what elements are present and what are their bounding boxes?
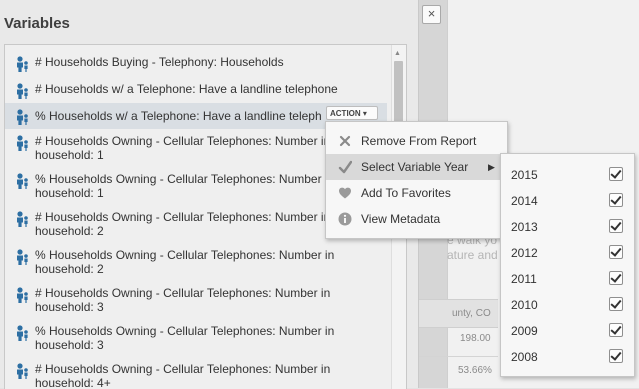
year-checkbox[interactable] xyxy=(609,167,623,181)
year-option[interactable]: 2008 xyxy=(501,343,634,369)
year-checkbox[interactable] xyxy=(609,323,623,337)
person-icon xyxy=(17,83,28,99)
action-menu: Remove From Report Select Variable Year … xyxy=(325,121,508,239)
person-icon xyxy=(17,211,28,227)
variable-year-submenu: 2015 2014 2013 2012 2011 2010 2009 2008 xyxy=(500,153,635,377)
year-option[interactable]: 2014 xyxy=(501,187,634,213)
person-icon xyxy=(17,135,28,151)
menu-item-label: Add To Favorites xyxy=(361,186,451,200)
variable-item[interactable]: % Households Owning - Cellular Telephone… xyxy=(5,324,387,352)
year-checkbox[interactable] xyxy=(609,219,623,233)
year-option[interactable]: 2009 xyxy=(501,317,634,343)
menu-item-label: Select Variable Year xyxy=(361,160,469,174)
year-checkbox[interactable] xyxy=(609,271,623,285)
year-checkbox[interactable] xyxy=(609,297,623,311)
year-option[interactable]: 2013 xyxy=(501,213,634,239)
variable-label: # Households Owning - Cellular Telephone… xyxy=(35,362,331,376)
x-icon xyxy=(339,135,351,147)
background-cell-value: 198.00 xyxy=(460,333,491,344)
year-option[interactable]: 2015 xyxy=(501,161,634,187)
year-label: 2010 xyxy=(511,298,538,312)
year-checkbox[interactable] xyxy=(609,349,623,363)
menu-item-remove-from-report[interactable]: Remove From Report xyxy=(326,128,507,154)
variable-item[interactable]: # Households Owning - Cellular Telephone… xyxy=(5,362,387,389)
background-header-text: unty, CO xyxy=(452,308,491,319)
year-option[interactable]: 2012 xyxy=(501,239,634,265)
heart-icon xyxy=(339,187,351,199)
variable-label-line2: household: 3 xyxy=(35,338,104,352)
variable-label: # Households Owning - Cellular Telephone… xyxy=(35,286,331,300)
menu-item-add-to-favorites[interactable]: Add To Favorites xyxy=(326,180,507,206)
variable-label: % Households Owning - Cellular Telephone… xyxy=(35,248,335,262)
menu-item-label: Remove From Report xyxy=(361,134,477,148)
menu-item-view-metadata[interactable]: View Metadata xyxy=(326,206,507,232)
variable-label: # Households w/ a Telephone: Have a land… xyxy=(35,82,338,96)
year-label: 2015 xyxy=(511,168,538,182)
variable-label: % Households Owning - Cellular Telephone… xyxy=(35,324,335,338)
info-icon xyxy=(338,212,352,226)
year-label: 2012 xyxy=(511,246,538,260)
person-icon xyxy=(17,287,28,303)
background-text-2: ature and xyxy=(447,248,498,262)
year-checkbox[interactable] xyxy=(609,193,623,207)
person-icon xyxy=(17,249,28,265)
variable-item[interactable]: # Households w/ a Telephone: Have a land… xyxy=(5,82,387,99)
variable-label-line2: household: 2 xyxy=(35,262,104,276)
person-icon xyxy=(17,173,28,189)
year-label: 2009 xyxy=(511,324,538,338)
variable-label: # Households Buying - Telephony: Househo… xyxy=(35,55,284,69)
year-label: 2011 xyxy=(511,272,537,286)
variable-label-line2: household: 3 xyxy=(35,300,104,314)
person-icon xyxy=(17,325,28,341)
year-option[interactable]: 2010 xyxy=(501,291,634,317)
year-label: 2008 xyxy=(511,350,538,364)
scroll-up-arrow-icon[interactable]: ▲ xyxy=(394,50,401,57)
year-option[interactable]: 2011 xyxy=(501,265,634,291)
person-icon xyxy=(17,109,28,125)
action-button[interactable]: ACTION ▾ xyxy=(326,106,378,120)
person-icon xyxy=(17,56,28,72)
year-label: 2014 xyxy=(511,194,538,208)
year-label: 2013 xyxy=(511,220,538,234)
year-checkbox[interactable] xyxy=(609,245,623,259)
background-cell-value: 53.66% xyxy=(458,365,492,376)
menu-item-label: View Metadata xyxy=(361,212,441,226)
submenu-arrow-icon: ▶ xyxy=(488,162,495,172)
variable-item[interactable]: # Households Buying - Telephony: Househo… xyxy=(5,55,387,72)
person-icon xyxy=(17,363,28,379)
variable-item[interactable]: % Households Owning - Cellular Telephone… xyxy=(5,248,387,276)
panel-title: Variables xyxy=(4,15,70,32)
close-button[interactable]: × xyxy=(422,5,441,24)
variable-label-line2: household: 4+ xyxy=(35,376,111,389)
menu-item-select-variable-year[interactable]: Select Variable Year ▶ xyxy=(326,154,507,180)
variable-item[interactable]: # Households Owning - Cellular Telephone… xyxy=(5,286,387,314)
checkmark-icon xyxy=(338,160,352,174)
background-row-divider xyxy=(418,356,498,357)
